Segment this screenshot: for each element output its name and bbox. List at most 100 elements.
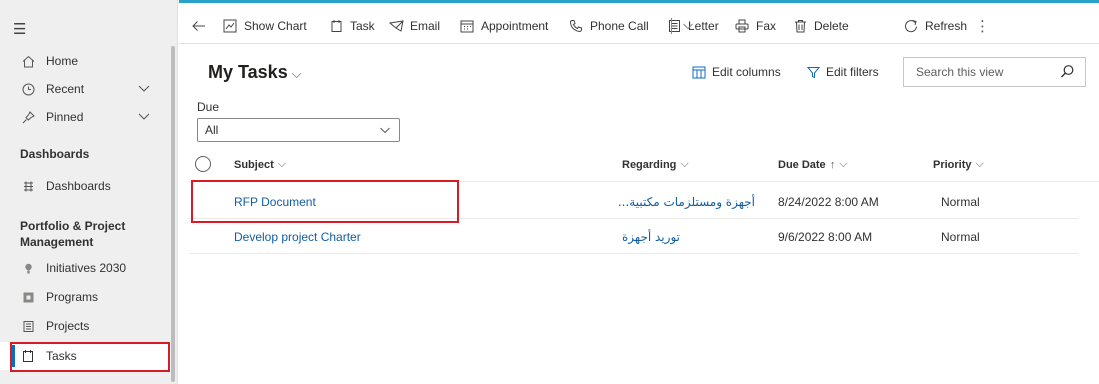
due-filter-select[interactable]: All	[197, 118, 400, 142]
chevron-down-icon	[683, 23, 693, 30]
columns-icon	[692, 66, 706, 79]
chevron-down-icon	[380, 127, 390, 134]
chevron-down-icon: ⌵	[839, 158, 848, 170]
sidebar-item-label: Programs	[46, 290, 99, 304]
sidebar-item-tasks[interactable]: Tasks	[0, 342, 172, 370]
phone-call-label: Phone Call	[590, 19, 649, 33]
delete-label: Delete	[814, 19, 849, 33]
email-icon	[388, 19, 404, 33]
command-bar: Show Chart Task Email Appointment Phone …	[179, 0, 1099, 44]
subject-link[interactable]: Develop project Charter	[234, 230, 361, 244]
dashboard-icon	[20, 180, 36, 193]
regarding-link[interactable]: أجهزة ومستلزمات مكتبية...	[618, 195, 755, 209]
sidebar-group-title: Portfolio & Project Management	[20, 219, 126, 249]
edit-filters-label: Edit filters	[826, 65, 879, 79]
sidebar-item-label: Recent	[46, 82, 85, 96]
refresh-label: Refresh	[925, 19, 968, 33]
hamburger-menu-icon[interactable]: ☰	[13, 22, 26, 37]
sidebar-item-label: Initiatives 2030	[46, 261, 127, 275]
due-date-value: 9/6/2022 8:00 AM	[778, 230, 873, 244]
column-header-due-date[interactable]: Due Date ↑ ⌵	[778, 158, 848, 171]
chevron-down-icon: ⌵	[975, 158, 984, 170]
back-arrow-icon	[191, 20, 207, 32]
back-button[interactable]	[191, 15, 213, 37]
column-header-priority[interactable]: Priority ⌵	[933, 158, 984, 171]
search-placeholder: Search this view	[916, 65, 1004, 79]
edit-columns-button[interactable]: Edit columns	[692, 61, 781, 83]
lightbulb-icon	[20, 262, 36, 275]
chevron-down-icon: ⌵	[680, 158, 689, 170]
delete-button[interactable]: Delete	[792, 15, 849, 37]
regarding-link[interactable]: توريد أجهزة	[622, 230, 755, 244]
filter-icon	[807, 66, 820, 79]
show-chart-button[interactable]: Show Chart	[222, 15, 307, 37]
email-label: Email	[410, 19, 441, 33]
clock-icon	[20, 83, 36, 96]
sidebar-item-label: Home	[46, 54, 79, 68]
chevron-down-icon[interactable]	[137, 109, 151, 123]
subject-link[interactable]: RFP Document	[234, 195, 316, 209]
sidebar-item-label: Tasks	[46, 349, 77, 363]
new-task-button[interactable]: Task	[328, 15, 375, 37]
view-selector[interactable]: My Tasks ⌵	[208, 62, 302, 83]
chevron-down-icon[interactable]	[137, 81, 151, 95]
chevron-down-icon: ⌵	[291, 66, 302, 81]
edit-filters-button[interactable]: Edit filters	[807, 61, 879, 83]
search-input[interactable]: Search this view	[903, 57, 1086, 87]
sidebar-item-projects[interactable]: Projects	[0, 313, 172, 339]
divider	[671, 18, 672, 34]
sidebar-item-dashboards[interactable]: Dashboards	[0, 173, 172, 199]
select-all-checkbox[interactable]	[195, 156, 211, 172]
sidebar-item-label: Pinned	[46, 110, 84, 124]
programs-icon	[20, 291, 36, 304]
home-icon	[20, 55, 36, 68]
column-header-regarding[interactable]: Regarding ⌵	[622, 158, 689, 171]
page-title: My Tasks	[208, 62, 288, 82]
priority-value: Normal	[941, 195, 980, 209]
sidebar-item-home[interactable]: Home	[0, 48, 172, 74]
column-header-label: Regarding	[622, 158, 677, 171]
new-appointment-button[interactable]: Appointment	[459, 15, 548, 37]
new-phone-call-button[interactable]: Phone Call	[568, 15, 649, 37]
calendar-icon	[459, 19, 475, 33]
letter-icon	[666, 19, 682, 33]
column-header-subject[interactable]: Subject ⌵	[234, 158, 286, 171]
sidebar: ☰ Home Recent Pinned Dashboards Dashboar…	[0, 0, 178, 384]
show-chart-label: Show Chart	[244, 19, 307, 33]
due-date-value: 8/24/2022 8:00 AM	[778, 195, 879, 209]
sidebar-scrollbar[interactable]	[171, 46, 175, 382]
trash-icon	[792, 19, 808, 33]
column-header-label: Priority	[933, 158, 972, 171]
projects-icon	[20, 320, 36, 333]
sort-ascending-icon: ↑	[829, 158, 836, 171]
due-filter-label: Due	[197, 100, 220, 114]
sidebar-item-recent[interactable]: Recent	[0, 76, 172, 102]
sidebar-item-label: Dashboards	[46, 179, 111, 193]
sidebar-item-pinned[interactable]: Pinned	[0, 104, 172, 130]
new-fax-button[interactable]: Fax	[734, 15, 776, 37]
edit-columns-label: Edit columns	[712, 65, 781, 79]
phone-icon	[568, 19, 584, 33]
task-label: Task	[350, 19, 375, 33]
table-row[interactable]: Develop project Charter توريد أجهزة 9/6/…	[189, 219, 1078, 254]
table-row[interactable]: RFP Document أجهزة ومستلزمات مكتبية... 8…	[189, 184, 1078, 219]
search-icon[interactable]	[1060, 64, 1075, 79]
task-icon	[328, 19, 344, 33]
chevron-down-icon: ⌵	[277, 158, 287, 170]
priority-value: Normal	[941, 230, 980, 244]
fax-icon	[734, 19, 750, 33]
new-email-button[interactable]: Email	[388, 15, 440, 37]
refresh-button[interactable]: Refresh	[903, 15, 967, 37]
delete-dropdown-button[interactable]	[682, 15, 694, 37]
sidebar-item-initiatives[interactable]: Initiatives 2030	[0, 255, 172, 281]
due-filter-value: All	[205, 123, 219, 137]
more-commands-button[interactable]: ⋮	[975, 15, 990, 37]
sidebar-item-programs[interactable]: Programs	[0, 284, 172, 310]
tasks-icon	[20, 349, 36, 363]
sidebar-group-title: Dashboards	[20, 147, 90, 161]
appointment-label: Appointment	[481, 19, 549, 33]
sidebar-item-label: Projects	[46, 319, 90, 333]
column-header-label: Subject	[234, 158, 274, 171]
fax-label: Fax	[756, 19, 777, 33]
chart-icon	[222, 19, 238, 33]
